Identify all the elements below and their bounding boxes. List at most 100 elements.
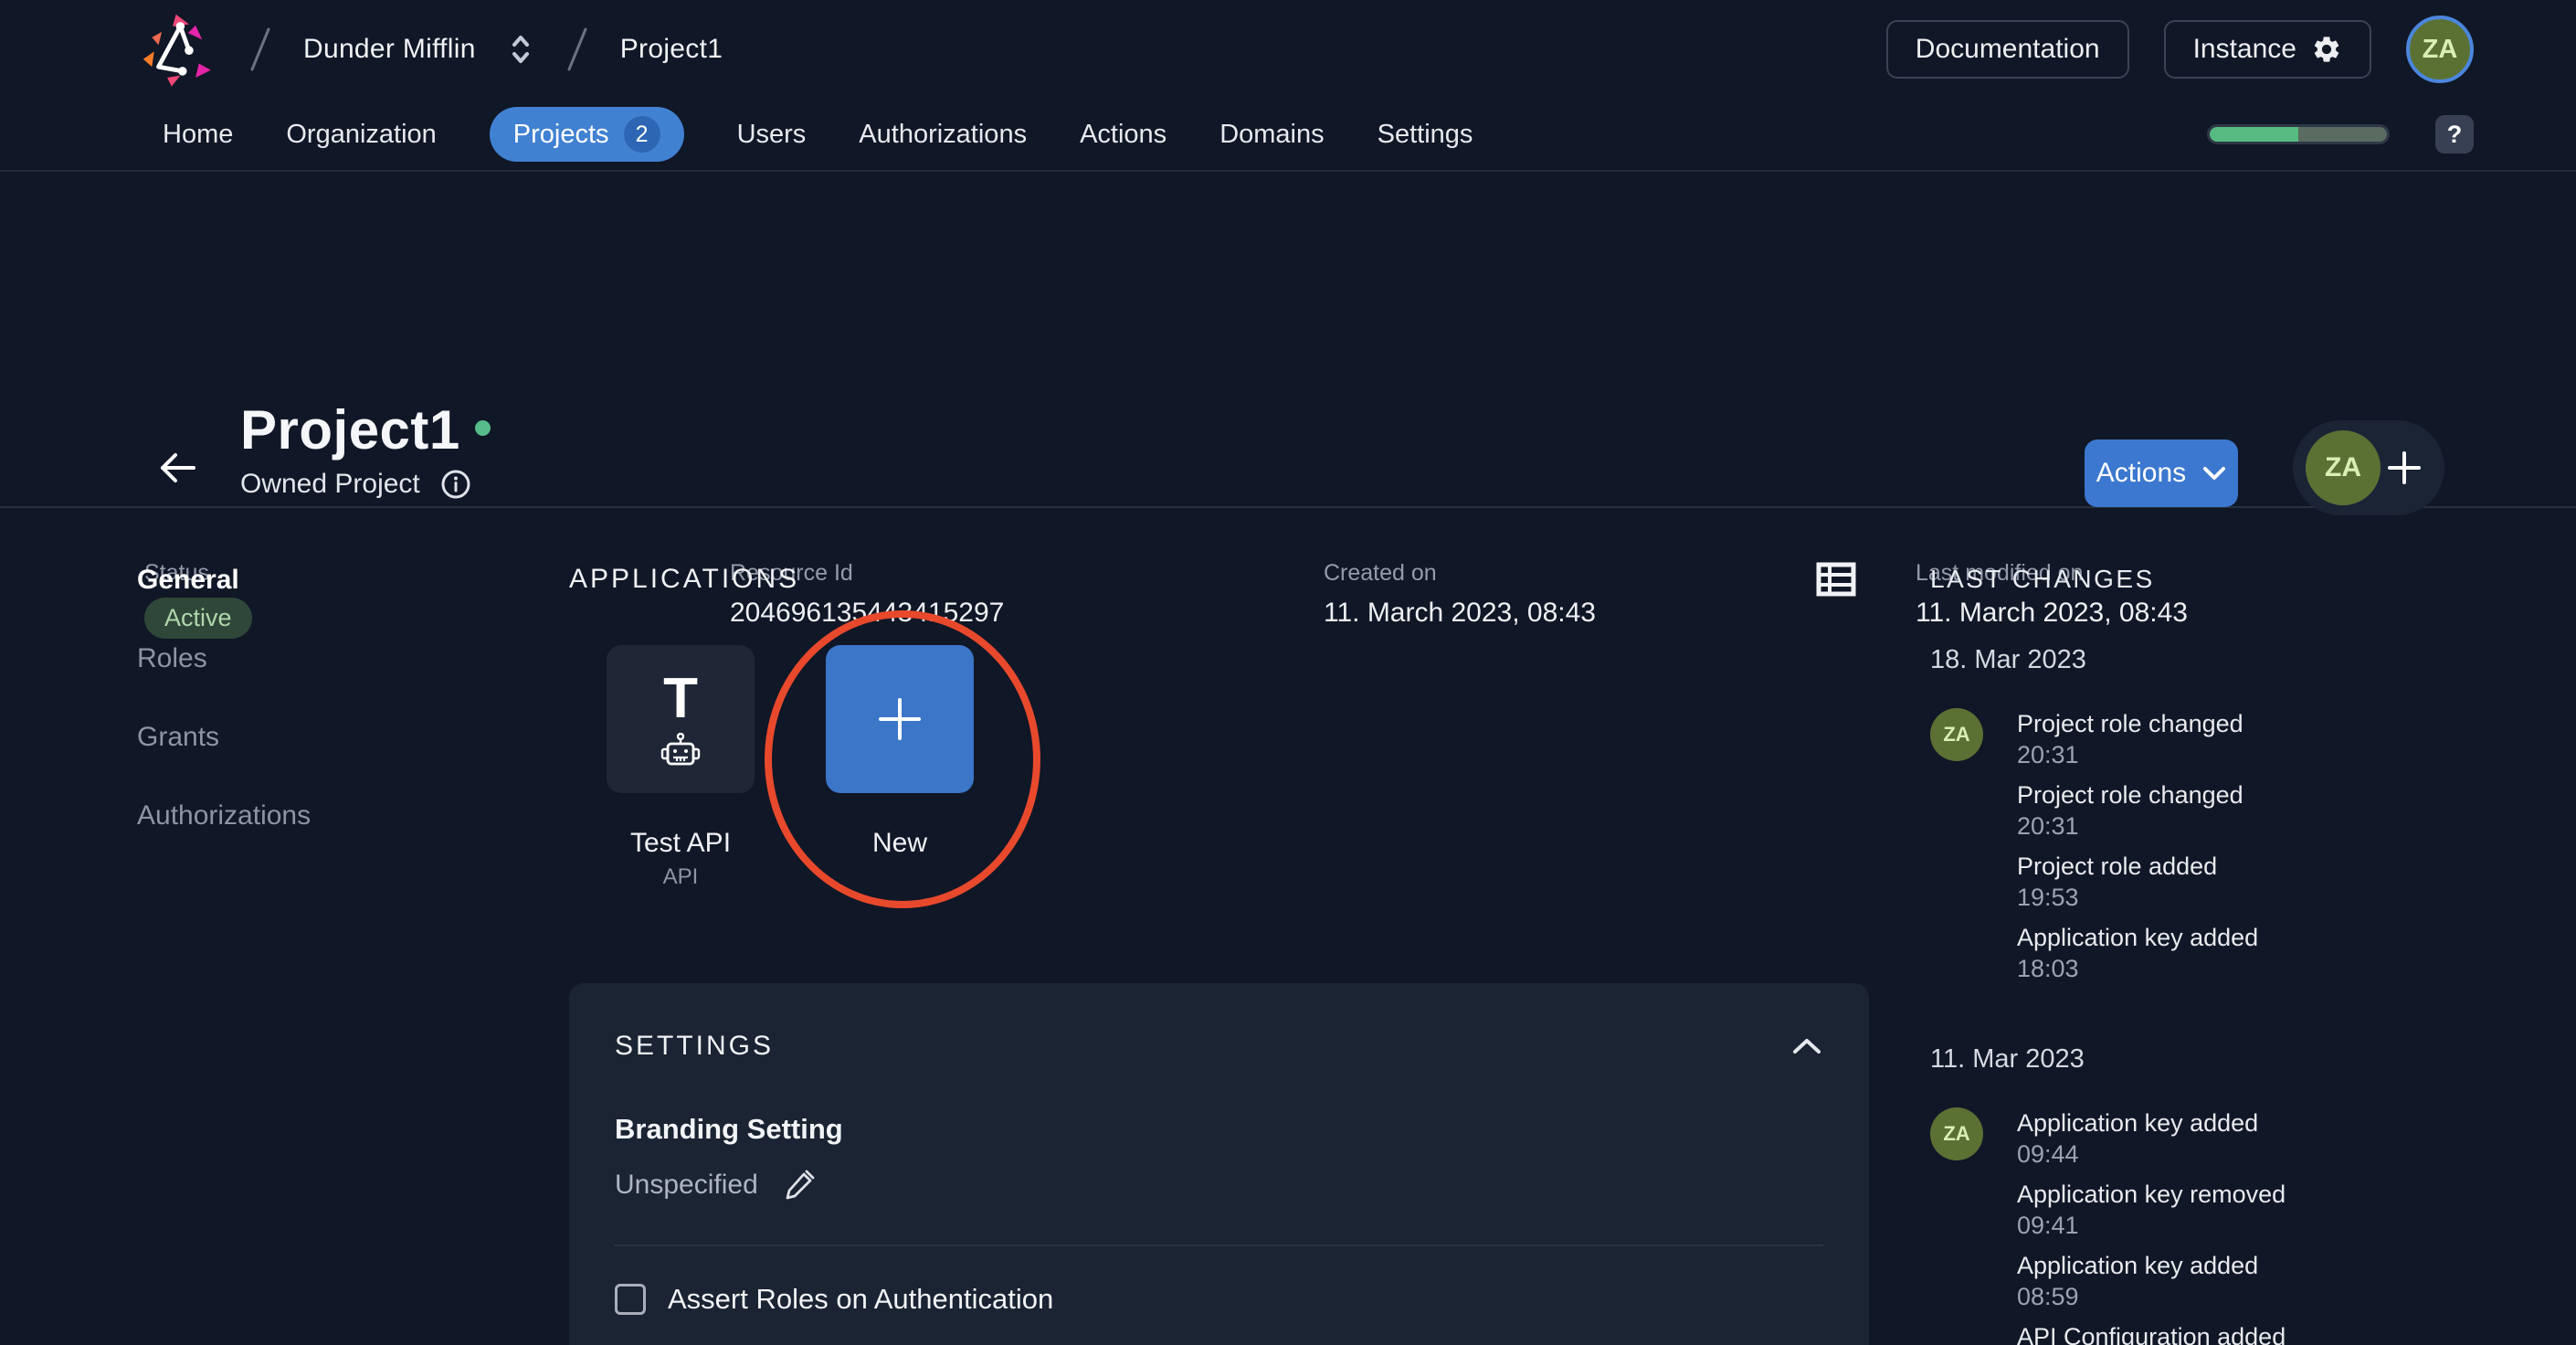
change-event-time: 19:53	[2017, 884, 2079, 911]
assert-roles-checkbox-row[interactable]: Assert Roles on Authentication	[615, 1283, 1823, 1316]
nav-tab[interactable]: Projects 2	[489, 107, 684, 162]
change-author-avatar: ZA	[1930, 708, 1983, 761]
plus-icon	[879, 698, 921, 740]
main-nav: Home Organization Projects 2 Users Autho…	[0, 99, 2576, 172]
unfold-icon	[512, 36, 529, 63]
help-button[interactable]: ?	[2435, 115, 2474, 154]
actions-button[interactable]: Actions	[2085, 440, 2238, 507]
change-event[interactable]: Application key added 18:03	[2017, 922, 2258, 984]
arrow-left-icon	[161, 453, 195, 482]
documentation-button[interactable]: Documentation	[1885, 20, 2129, 79]
project-type-label: Owned Project	[240, 469, 420, 499]
change-event-title: Project role added	[2017, 853, 2218, 880]
chevron-up-icon	[1793, 1039, 1821, 1054]
add-contributor-button[interactable]	[2384, 448, 2424, 488]
change-event[interactable]: Project role added 19:53	[2017, 851, 2258, 913]
applications-heading: APPLICATIONS	[569, 564, 800, 594]
changes-groups: 18. Mar 2023 ZA Project role changed 20:…	[1930, 645, 2533, 1345]
nav-tabs: Home Organization Projects 2 Users Autho…	[163, 107, 1473, 162]
change-event[interactable]: Project role changed 20:31	[2017, 708, 2258, 770]
change-event[interactable]: API Configuration added 08:51	[2017, 1321, 2286, 1345]
last-changes-heading: LAST CHANGES	[1930, 565, 2155, 593]
change-event-time: 18:03	[2017, 955, 2079, 982]
changes-group: 11. Mar 2023 ZA Application key added 09…	[1930, 1044, 2533, 1345]
nav-tab[interactable]: Users	[737, 111, 807, 159]
change-event-title: Application key added	[2017, 924, 2259, 951]
top-bar: Dunder Mifflin Project1 Documentation In…	[0, 0, 2576, 99]
section-nav-item[interactable]: Authorizations	[137, 800, 484, 831]
active-status-dot	[474, 420, 491, 436]
contributor-avatar[interactable]: ZA	[2306, 430, 2381, 505]
change-event[interactable]: Application key added 09:44	[2017, 1107, 2286, 1170]
usage-progress-fill	[2210, 127, 2298, 142]
table-view-toggle[interactable]	[1816, 561, 1856, 598]
change-event-title: API Configuration added	[2017, 1323, 2286, 1345]
pencil-icon	[786, 1170, 815, 1200]
info-icon[interactable]	[440, 469, 471, 500]
robot-icon	[660, 733, 701, 766]
breadcrumb: Dunder Mifflin Project1	[139, 10, 723, 89]
change-event-title: Project role changed	[2017, 710, 2243, 737]
divider	[615, 1244, 1823, 1246]
table-icon	[1816, 562, 1856, 597]
instance-button[interactable]: Instance	[2163, 20, 2371, 79]
new-app-label: New	[871, 828, 927, 858]
edit-branding-button[interactable]	[782, 1168, 817, 1202]
app-card-test-api[interactable]: T Test API API	[607, 645, 755, 890]
change-event-time: 20:31	[2017, 812, 2079, 840]
section-nav-item[interactable]: General	[137, 565, 484, 596]
change-event-time: 09:44	[2017, 1140, 2079, 1168]
nav-tab[interactable]: Actions	[1080, 111, 1167, 159]
nav-tab[interactable]: Settings	[1378, 111, 1473, 159]
contributors-pill: ZA	[2293, 420, 2444, 515]
nav-tab[interactable]: Home	[163, 111, 233, 159]
page-title: Project1	[240, 399, 460, 461]
branding-setting-label: Branding Setting	[615, 1113, 843, 1145]
back-button[interactable]	[155, 446, 199, 490]
change-event-title: Application key removed	[2017, 1181, 2286, 1208]
section-nav: General Roles Grants Authorizations	[137, 565, 484, 879]
breadcrumb-separator-icon	[245, 24, 276, 75]
user-avatar[interactable]: ZA	[2406, 16, 2474, 83]
new-app-tile	[826, 645, 974, 793]
settings-heading: SETTINGS	[615, 1031, 775, 1061]
change-event-title: Application key added	[2017, 1109, 2259, 1137]
change-author-avatar: ZA	[1930, 1107, 1983, 1160]
nav-tab[interactable]: Organization	[286, 111, 436, 159]
app-type: API	[662, 864, 699, 889]
last-changes-panel: LAST CHANGES 18. Mar 2023 ZA Project rol…	[1930, 565, 2533, 1345]
change-event[interactable]: Application key added 08:59	[2017, 1250, 2286, 1312]
nav-tab[interactable]: Authorizations	[859, 111, 1027, 159]
app-name: Test API	[629, 828, 732, 858]
project-header: Project1 Owned Project Actions ZA Status…	[0, 172, 2576, 639]
branding-setting-value: Unspecified	[615, 1170, 758, 1200]
change-event-time: 08:59	[2017, 1283, 2079, 1310]
collapse-settings-button[interactable]	[1790, 1033, 1823, 1059]
plus-icon	[2388, 451, 2421, 484]
org-selector[interactable]: Dunder Mifflin	[303, 34, 534, 65]
settings-panel: SETTINGS Branding Setting Unspecified As…	[569, 983, 1869, 1345]
change-event[interactable]: Application key removed 09:41	[2017, 1179, 2286, 1241]
section-nav-item[interactable]: Grants	[137, 722, 484, 753]
tab-count-badge: 2	[623, 116, 660, 153]
change-event[interactable]: Project role changed 20:31	[2017, 779, 2258, 842]
org-name: Dunder Mifflin	[303, 34, 476, 64]
gear-icon	[2314, 37, 2339, 62]
main-content: General Roles Grants Authorizations APPL…	[0, 510, 2576, 1345]
checkbox-unchecked[interactable]	[615, 1284, 646, 1315]
breadcrumb-project[interactable]: Project1	[620, 34, 723, 65]
changes-group: 18. Mar 2023 ZA Project role changed 20:…	[1930, 645, 2533, 993]
changes-date: 18. Mar 2023	[1930, 645, 2086, 674]
change-event-title: Application key added	[2017, 1252, 2259, 1279]
change-event-time: 20:31	[2017, 741, 2079, 768]
change-event-title: Project role changed	[2017, 781, 2243, 809]
change-event-time: 09:41	[2017, 1212, 2079, 1239]
nav-tab[interactable]: Domains	[1219, 111, 1324, 159]
breadcrumb-separator-icon	[562, 24, 593, 75]
app-tile: T	[607, 645, 755, 793]
section-nav-item[interactable]: Roles	[137, 643, 484, 674]
changes-date: 11. Mar 2023	[1930, 1044, 2085, 1074]
zitadel-logo[interactable]	[139, 10, 217, 89]
assert-roles-label: Assert Roles on Authentication	[668, 1283, 1054, 1315]
new-app-card[interactable]: New	[826, 645, 974, 890]
